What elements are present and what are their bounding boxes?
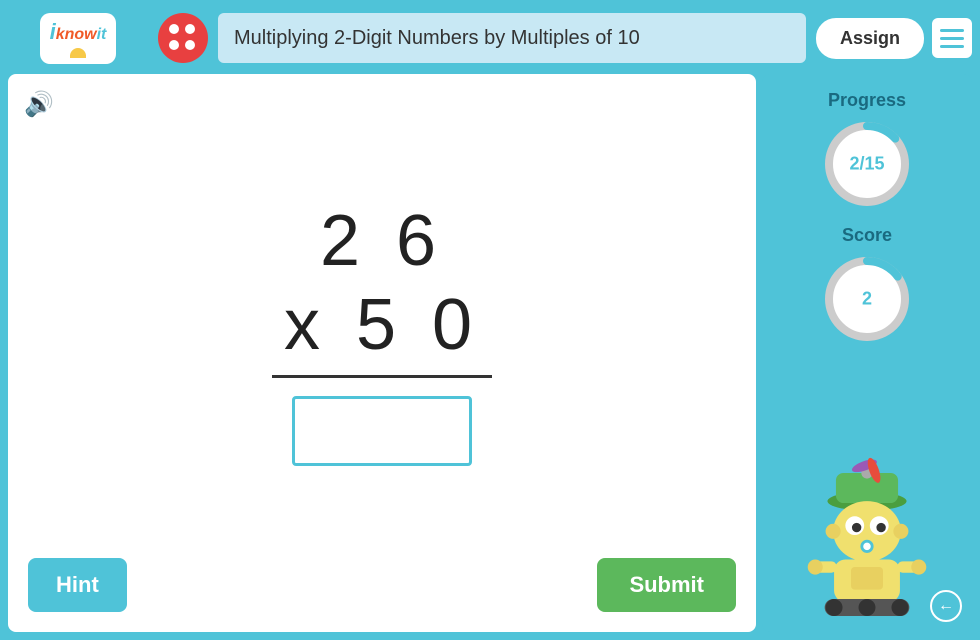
answer-input[interactable] [292, 396, 472, 466]
title-area: Multiplying 2-Digit Numbers by Multiples… [218, 13, 806, 63]
score-section: Score 2 [772, 225, 962, 344]
problem-number1: 2 6 [320, 202, 444, 281]
logo-know: know [56, 26, 97, 44]
bottom-bar: Hint Submit [24, 548, 740, 616]
progress-section: Progress 2/15 [772, 90, 962, 209]
header-right: Assign [816, 18, 972, 59]
math-problem: 2 6 x 5 0 [24, 90, 740, 548]
score-circle: 2 [822, 254, 912, 344]
divider-line [272, 375, 492, 378]
hamburger-line-2 [940, 37, 964, 40]
submit-button[interactable]: Submit [597, 558, 736, 612]
logo-it: it [97, 26, 107, 44]
hint-button[interactable]: Hint [28, 558, 127, 612]
back-button[interactable]: ← [930, 590, 962, 622]
robot-area [772, 360, 962, 616]
sound-icon: 🔊 [24, 90, 54, 119]
robot-character [802, 456, 932, 616]
right-panel: Progress 2/15 Score 2 [762, 74, 972, 632]
hamburger-line-1 [940, 29, 964, 32]
back-icon: ← [938, 597, 954, 615]
dice-icon [158, 13, 208, 63]
progress-label: Progress [828, 90, 906, 111]
logo-area: i know it [8, 10, 148, 66]
left-panel: 🔊 2 6 x 5 0 Hint Submit [8, 74, 756, 632]
score-label: Score [842, 225, 892, 246]
header: i know it Multiplying 2-Digit Numbers by… [8, 8, 972, 68]
progress-circle: 2/15 [822, 119, 912, 209]
lesson-title: Multiplying 2-Digit Numbers by Multiples… [234, 27, 640, 50]
progress-value: 2/15 [849, 154, 884, 175]
logo-box: i know it [40, 13, 117, 64]
answer-input-wrap [292, 396, 472, 466]
assign-button[interactable]: Assign [816, 18, 924, 59]
app-frame: i know it Multiplying 2-Digit Numbers by… [0, 0, 980, 640]
problem-number2: x 5 0 [284, 286, 480, 365]
logo-bulb [70, 48, 86, 58]
main-content: 🔊 2 6 x 5 0 Hint Submit Progress [8, 74, 972, 632]
hamburger-line-3 [940, 45, 964, 48]
score-value: 2 [862, 289, 872, 310]
menu-button[interactable] [932, 18, 972, 58]
sound-button[interactable]: 🔊 [24, 90, 54, 119]
